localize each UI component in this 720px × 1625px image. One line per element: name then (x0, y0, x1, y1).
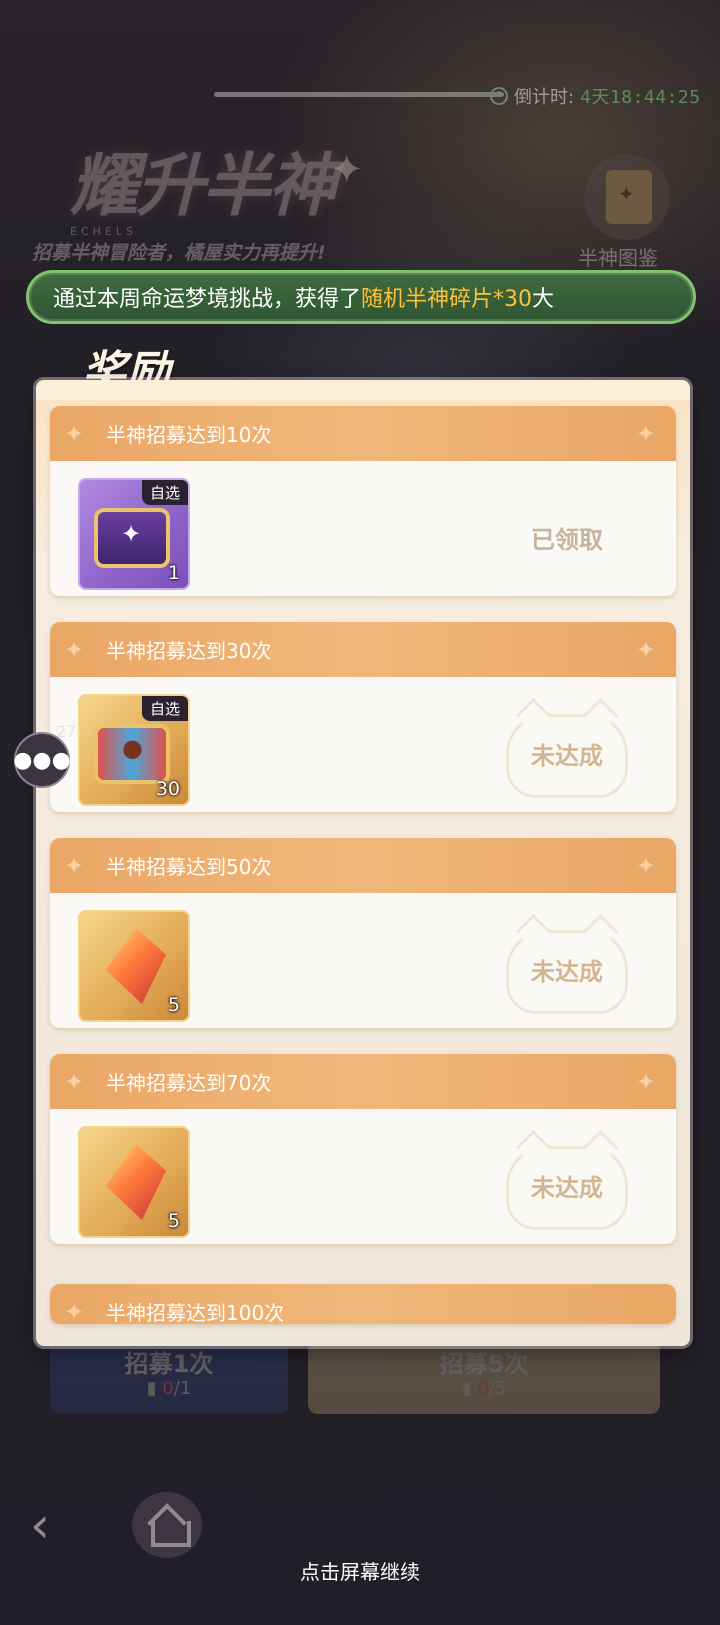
chat-unread-count: 27 (56, 722, 77, 741)
reward-notification-banner: 通过本周命运梦境挑战，获得了 随机半神碎片*30 大 (26, 270, 696, 324)
reward-card-title: 半神招募达到10次 (106, 423, 272, 447)
sparkle-icon: ✦ (635, 420, 656, 448)
tap-to-continue-hint[interactable]: 点击屏幕继续 (0, 1556, 720, 1585)
crystal-icon (106, 1144, 166, 1220)
banner-suffix: 大 (532, 287, 555, 312)
status-claimed: 已领取 (502, 492, 632, 582)
item-quantity: 5 (167, 1210, 180, 1232)
reward-card-50: ✦ 半神招募达到50次 ✦ 5 未达成 (50, 838, 676, 1028)
chat-icon: ●●● (13, 747, 71, 773)
item-quantity: 30 (155, 778, 180, 800)
reward-item-crystal[interactable]: 5 (78, 910, 190, 1022)
item-quantity: 5 (167, 994, 180, 1016)
status-text: 未达成 (531, 741, 603, 770)
back-arrow-icon[interactable]: ‹ (30, 1500, 70, 1550)
reward-card-header: ✦ 半神招募达到10次 ✦ (50, 406, 676, 461)
sparkle-icon: ✦ (64, 1298, 85, 1324)
status-not-reached: 未达成 (502, 1140, 632, 1230)
select-tag: 自选 (141, 480, 188, 505)
reward-card-header: ✦ 半神招募达到30次 ✦ (50, 622, 676, 677)
home-button[interactable] (132, 1492, 202, 1558)
reward-item-crystal[interactable]: 5 (78, 1126, 190, 1238)
status-not-reached: 未达成 (502, 708, 632, 798)
home-icon (147, 1507, 191, 1547)
status-text: 未达成 (531, 957, 603, 986)
reward-card-10: ✦ 半神招募达到10次 ✦ 自选 1 已领取 (50, 406, 676, 596)
status-not-reached: 未达成 (502, 924, 632, 1014)
chest-icon (94, 724, 170, 784)
select-tag: 自选 (141, 696, 188, 721)
crystal-icon (106, 928, 166, 1004)
reward-panel: ✦ 半神招募达到10次 ✦ 自选 1 已领取 ✦ 半神招募达到30次 ✦ 自选 … (36, 380, 690, 1346)
reward-card-30: ✦ 半神招募达到30次 ✦ 自选 30 未达成 (50, 622, 676, 812)
sparkle-icon: ✦ (635, 852, 656, 880)
reward-card-title: 半神招募达到30次 (106, 639, 272, 663)
sparkle-icon: ✦ (64, 636, 85, 664)
item-quantity: 1 (167, 562, 180, 584)
reward-card-title: 半神招募达到50次 (106, 855, 272, 879)
banner-prefix: 通过本周命运梦境挑战，获得了 (53, 287, 362, 312)
sparkle-icon: ✦ (64, 852, 85, 880)
status-text: 已领取 (531, 525, 603, 554)
reward-item-select-chest[interactable]: 自选 1 (78, 478, 190, 590)
reward-card-header: ✦ 半神招募达到50次 ✦ (50, 838, 676, 893)
chest-icon (94, 508, 170, 568)
reward-card-title: 半神招募达到100次 (106, 1301, 285, 1324)
sparkle-icon: ✦ (64, 1068, 85, 1096)
reward-card-100: ✦ 半神招募达到100次 (50, 1284, 676, 1324)
reward-card-header: ✦ 半神招募达到100次 (50, 1284, 676, 1324)
panel-top-gloss (36, 380, 690, 400)
sparkle-icon: ✦ (635, 636, 656, 664)
status-text: 未达成 (531, 1173, 603, 1202)
reward-card-70: ✦ 半神招募达到70次 ✦ 5 未达成 (50, 1054, 676, 1244)
sparkle-icon: ✦ (64, 420, 85, 448)
reward-card-header: ✦ 半神招募达到70次 ✦ (50, 1054, 676, 1109)
reward-card-title: 半神招募达到70次 (106, 1071, 272, 1095)
sparkle-icon: ✦ (635, 1068, 656, 1096)
reward-item-select-chest[interactable]: 自选 30 (78, 694, 190, 806)
banner-highlight: 随机半神碎片*30 (361, 287, 533, 312)
